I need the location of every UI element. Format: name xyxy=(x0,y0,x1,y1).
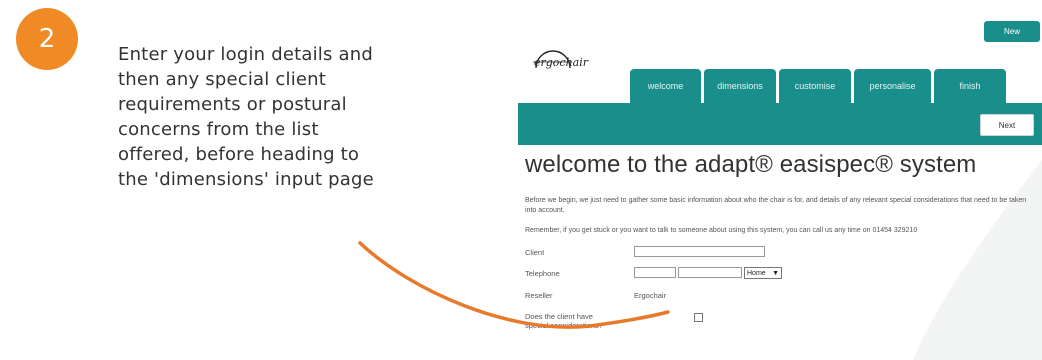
instruction-line: concerns from the list xyxy=(118,119,319,140)
ergochair-logo: ergochair xyxy=(524,42,614,82)
telephone-type-select[interactable]: Home ▼ xyxy=(744,267,782,279)
tab-customise[interactable]: customise xyxy=(779,69,851,103)
telephone-area-code-input[interactable] xyxy=(634,267,676,278)
tab-dimensions[interactable]: dimensions xyxy=(704,69,776,103)
logo-text: ergochair xyxy=(534,56,589,69)
tab-finish[interactable]: finish xyxy=(934,69,1006,103)
instruction-line: Enter your login details and xyxy=(118,44,373,65)
page-title: welcome to the adapt® easispec® system xyxy=(525,151,977,178)
client-input[interactable] xyxy=(634,246,765,257)
special-considerations-label: Does the client have special considerati… xyxy=(525,312,603,330)
tab-bar: welcome dimensions customise personalise… xyxy=(630,69,1009,103)
reseller-value: Ergochair xyxy=(634,291,667,300)
intro-text: Before we begin, we just need to gather … xyxy=(525,197,1027,214)
telephone-type-value: Home xyxy=(747,269,766,277)
next-button[interactable]: Next xyxy=(980,114,1034,136)
toolbar-band xyxy=(518,103,1042,145)
instruction-line: then any special client xyxy=(118,69,327,90)
instruction-line: offered, before heading to xyxy=(118,144,360,165)
instructions-text: Enter your login details and then any sp… xyxy=(118,42,458,192)
tab-welcome[interactable]: welcome xyxy=(630,69,701,103)
app-screenshot: New ergochair welcome dimensions customi… xyxy=(518,0,1042,360)
chevron-down-icon: ▼ xyxy=(772,269,779,277)
new-button[interactable]: New xyxy=(984,21,1040,42)
step-number-badge: 2 xyxy=(16,8,78,70)
client-label: Client xyxy=(525,248,545,257)
telephone-number-input[interactable] xyxy=(678,267,742,278)
reseller-label: Reseller xyxy=(525,291,553,300)
instruction-line: requirements or postural xyxy=(118,94,347,115)
instruction-line: the 'dimensions' input page xyxy=(118,169,374,190)
help-text: Remember, if you get stuck or you want t… xyxy=(525,227,918,234)
tab-personalise[interactable]: personalise xyxy=(854,69,931,103)
telephone-label: Telephone xyxy=(525,269,560,278)
special-considerations-checkbox[interactable] xyxy=(694,313,703,322)
